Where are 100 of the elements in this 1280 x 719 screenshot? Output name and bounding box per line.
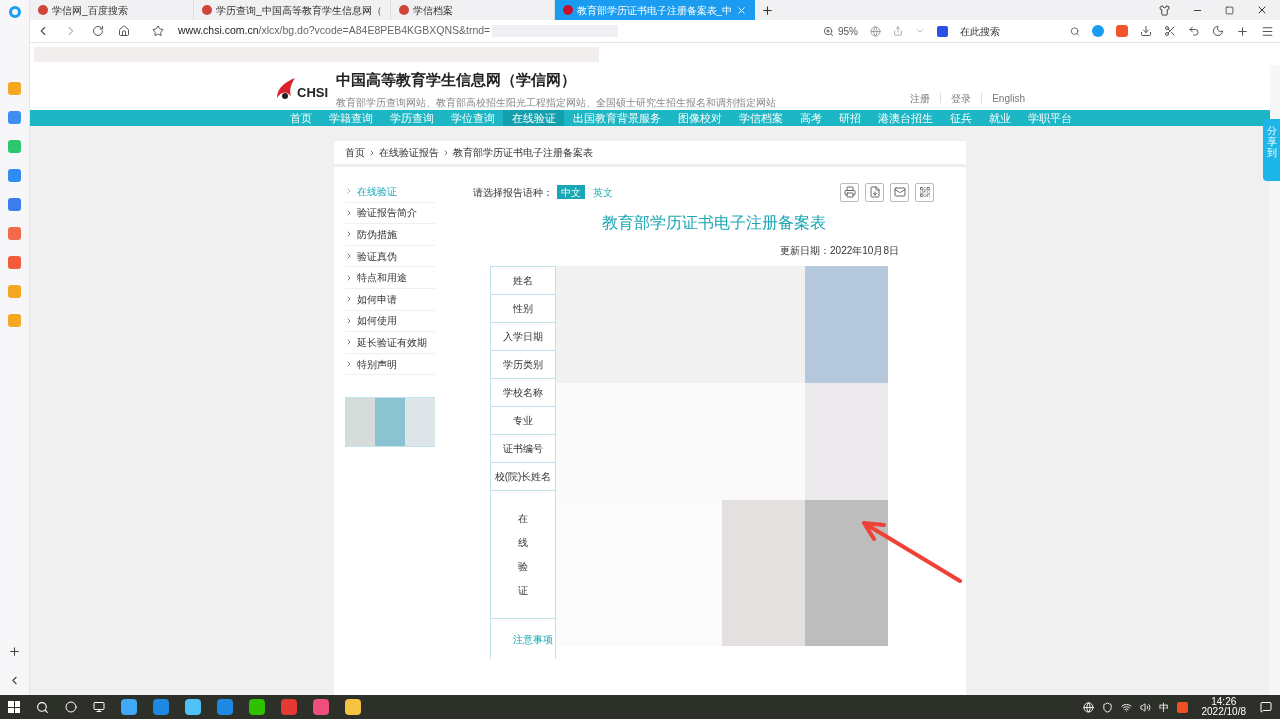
chevron-icon [345,187,353,196]
browser-tab[interactable]: 学信网_百度搜索 [30,0,194,20]
compat-mode-icon[interactable] [870,25,881,37]
search-engine-icon[interactable] [937,25,948,37]
tab-title: 学信网_百度搜索 [52,3,128,18]
side-menu-item[interactable]: 延长验证有效期 [345,332,435,354]
extension-icon[interactable] [1092,25,1104,37]
browser-tab[interactable]: 学信档案 [390,0,555,20]
side-menu-item[interactable]: 验证真伪 [345,245,435,268]
reload-icon[interactable] [92,25,104,37]
language-label: 请选择报告语种： [473,185,553,200]
skin-icon[interactable] [1159,4,1170,16]
header-link[interactable]: 登录 [951,90,972,106]
verify-label: 在线验证 [518,511,528,598]
taskbar-app-icon[interactable] [121,699,137,715]
site-logo: CHSI [275,76,329,103]
breadcrumb-link[interactable]: 教育部学历证书电子注册备案表 [453,145,593,160]
restore-icon[interactable] [1225,5,1234,15]
close-icon[interactable] [1256,4,1268,16]
chevron-icon [345,230,353,239]
side-menu-item[interactable]: 如何申请 [345,288,435,311]
cortana-icon[interactable] [65,701,77,713]
screenshot-icon[interactable] [1164,25,1176,37]
add-icon[interactable] [1236,24,1249,38]
wifi-icon[interactable] [1120,701,1132,713]
side-menu-item[interactable]: 在线验证 [345,181,435,203]
breadcrumb-link[interactable]: 在线验证报告 [379,145,439,160]
browser-tab[interactable]: 学历查询_中国高等教育学生信息网（ [194,0,391,20]
input-method-indicator[interactable]: 中 [1158,699,1169,715]
night-mode-icon[interactable] [1212,25,1224,37]
taskbar-app-icon[interactable] [153,699,169,715]
mail-icon[interactable] [890,182,909,202]
breadcrumb-link[interactable]: 首页 [345,145,365,160]
field-label: 学校名称 [503,386,543,400]
share-label: 分享到 [1266,125,1277,160]
language-option[interactable]: 中文 [557,185,585,199]
home-icon[interactable] [118,25,130,37]
app-shortcut-icon[interactable] [8,111,21,124]
site-favicon [38,5,48,15]
report-title: 教育部学历证书电子注册备案表 [600,213,826,233]
taskbar-app-icon[interactable] [217,699,233,715]
taskbar-app-icon[interactable] [185,699,201,715]
side-menu-item[interactable]: 验证报告简介 [345,202,435,225]
download-icon[interactable] [1140,25,1152,37]
side-menu-item[interactable]: 防伪措施 [345,224,435,246]
separator-icon [442,148,450,157]
tab-title: 教育部学历证书电子注册备案表_中 [576,3,733,18]
security-icon[interactable] [1101,701,1113,713]
notice-link[interactable]: 注意事项 [513,631,553,647]
qr-code-icon[interactable] [915,182,934,202]
print-icon[interactable] [840,182,859,202]
taskbar-app-icon[interactable] [281,699,297,715]
header-link[interactable]: English [992,90,1025,106]
task-view-icon[interactable] [93,701,105,713]
field-label: 性别 [513,302,533,316]
side-menu-item[interactable]: 特点和用途 [345,267,435,289]
language-option[interactable]: 英文 [589,185,617,199]
chevron-icon [345,316,353,325]
network-icon[interactable] [1082,701,1094,713]
chevron-icon [345,273,353,282]
taskbar-app-icon[interactable] [313,699,329,715]
zoom-level[interactable]: 95% [838,23,858,39]
new-tab-icon[interactable] [761,3,775,17]
field-label: 学历类别 [503,358,543,372]
field-label: 入学日期 [503,330,543,344]
site-favicon [202,5,212,15]
browser-tab[interactable]: 教育部学历证书电子注册备案表_中 [554,0,756,20]
clock-date[interactable]: 2022/10/8 [1201,707,1246,718]
clock-time[interactable]: 14:26 [1211,696,1237,707]
undo-icon[interactable] [1188,25,1200,37]
site-title: 中国高等教育学生信息网（学信网） [336,70,578,90]
menu-icon[interactable] [1261,24,1274,38]
separator-icon [368,148,376,157]
field-label: 校(院)长姓名 [494,470,552,484]
taskbar-app-icon[interactable] [345,699,361,715]
url-field[interactable]: www.chsi.com.cn/xlcx/bg.do?vcode=A84E8PEB4KGBXQNS&trnd= [178,23,618,39]
download-icon[interactable] [865,182,884,202]
chevron-icon [345,295,353,304]
sogou-icon[interactable] [1176,701,1188,713]
taskbar-app-icon[interactable] [249,699,265,715]
zoom-icon[interactable] [823,25,834,37]
add-icon[interactable] [8,645,21,658]
header-link[interactable]: 注册 [910,90,931,106]
search-icon[interactable] [36,700,49,714]
tab-title: 学历查询_中国高等教育学生信息网（ [216,3,382,18]
volume-icon[interactable] [1139,701,1151,713]
windows-start-icon[interactable] [8,701,20,713]
translate-icon[interactable] [1116,25,1128,37]
field-label: 证书编号 [503,442,543,456]
app-shortcut-icon[interactable] [8,198,21,211]
site-subtitle: 教育部学历查询网站、教育部高校招生阳光工程指定网站、全国硕士研究生招生报名和调剂指定网站 [336,95,777,110]
app-shortcut-icon[interactable] [8,169,21,182]
search-field[interactable]: 在此搜索 [960,23,1070,39]
bookmark-icon[interactable] [152,25,164,37]
chevron-icon [345,208,353,217]
app-shortcut-icon[interactable] [8,256,21,269]
chevron-icon [345,360,353,369]
notification-icon[interactable] [1260,701,1272,713]
side-menu-item[interactable]: 特别声明 [345,353,435,376]
side-menu-item[interactable]: 如何使用 [345,310,435,333]
